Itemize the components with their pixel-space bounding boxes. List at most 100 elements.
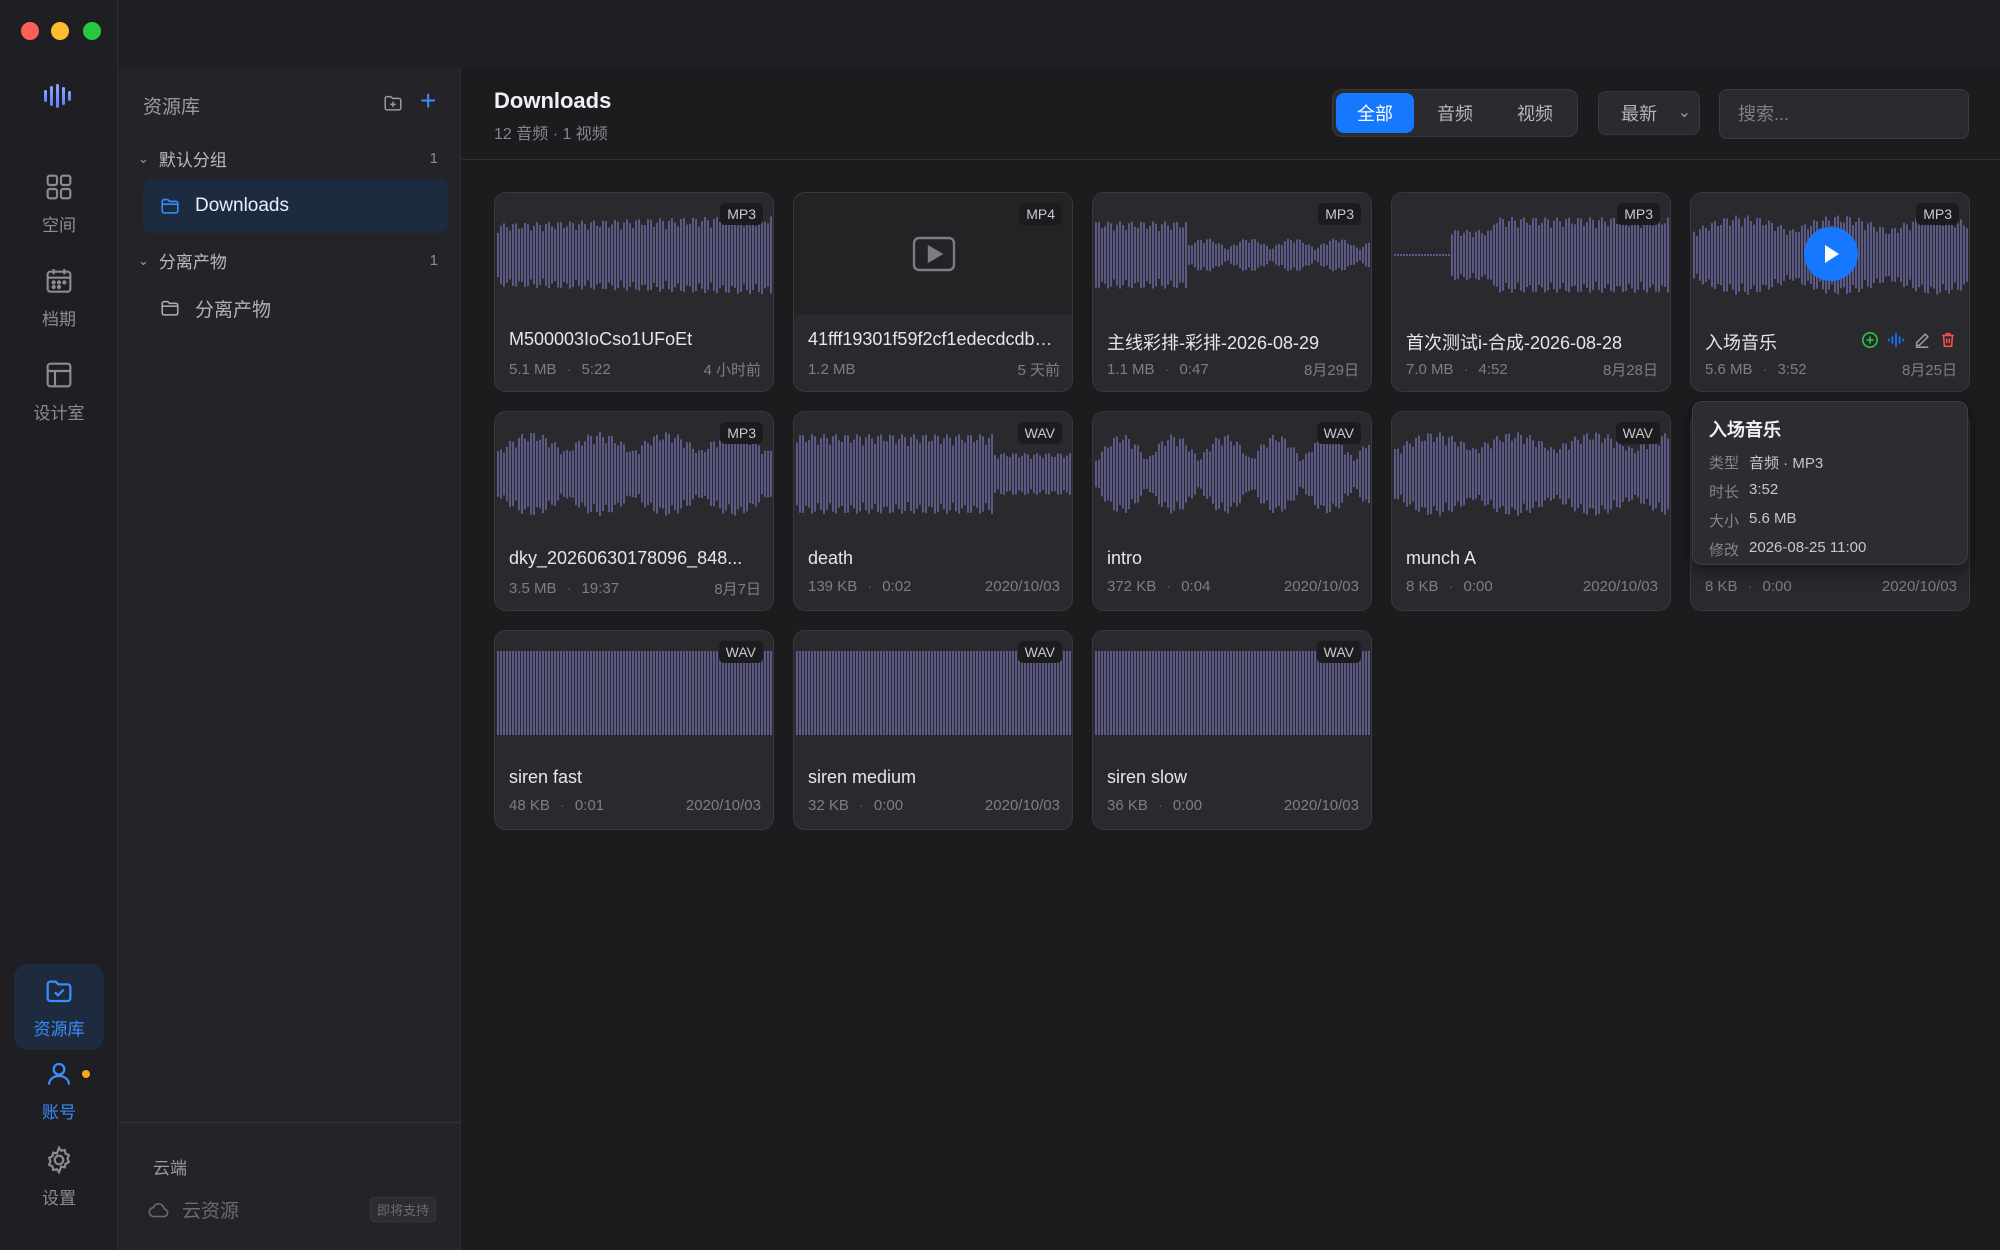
media-card[interactable]: WAV munch A 8 KB · 0:00 2020/10/03: [1391, 411, 1671, 611]
user-icon: [47, 1062, 71, 1085]
media-card[interactable]: MP3 首次测试i-合成-2026-08-28 7.0 MB · 4:52 8月28日: [1391, 192, 1671, 392]
nav-schedule-label: 档期: [42, 309, 76, 329]
file-size: 5.6 MB: [1705, 361, 1753, 378]
tooltip-key: 时长: [1709, 484, 1740, 501]
edit-icon[interactable]: [1913, 331, 1931, 349]
format-badge: MP3: [1617, 203, 1660, 225]
meta-separator: ·: [1448, 578, 1454, 595]
card-meta: 1.1 MB · 0:47 8月29日: [1107, 359, 1359, 380]
filter-video-button[interactable]: 视频: [1496, 93, 1574, 133]
minimize-window-button[interactable]: [51, 22, 69, 40]
cloud-resources-item: 云资源 即将支持: [146, 1196, 436, 1223]
group-separation[interactable]: ⌄ 分离产物 1: [138, 248, 438, 273]
tooltip-row-size: 大小 5.6 MB: [1709, 510, 1951, 531]
folder-label: 分离产物: [195, 299, 272, 321]
media-card[interactable]: MP3 主线彩排-彩排-2026-08-29 1.1 MB · 0:47 8月29日: [1092, 192, 1372, 392]
nav-design-room[interactable]: 设计室: [14, 348, 104, 434]
format-badge: MP3: [1318, 203, 1361, 225]
file-size: 8 KB: [1705, 578, 1738, 595]
new-folder-icon[interactable]: [382, 92, 404, 114]
file-size: 3.5 MB: [509, 580, 557, 597]
title-bar: [118, 0, 2000, 68]
tooltip-title: 入场音乐: [1709, 420, 1781, 440]
tooltip-key: 类型: [1709, 455, 1740, 472]
modified-date: 8月29日: [1303, 362, 1359, 379]
maximize-window-button[interactable]: [83, 22, 101, 40]
media-card[interactable]: MP3 入场音乐 5.6 MB · 3:52 8月25日: [1690, 192, 1970, 392]
nav-settings-label: 设置: [42, 1188, 76, 1208]
search-input[interactable]: [1719, 89, 1969, 139]
sort-value: 最新: [1621, 104, 1657, 124]
cloud-icon: [148, 1202, 169, 1217]
media-card[interactable]: WAV siren slow 36 KB · 0:00 2020/10/03: [1092, 630, 1372, 830]
type-filter: 全部 音频 视频: [1332, 89, 1578, 137]
duration: 4:52: [1478, 361, 1508, 378]
file-size: 48 KB: [509, 797, 550, 814]
group-default[interactable]: ⌄ 默认分组 1: [138, 146, 438, 171]
folder-separation[interactable]: 分离产物: [143, 281, 448, 335]
nav-settings[interactable]: 设置: [14, 1136, 104, 1216]
media-card[interactable]: WAV siren fast 48 KB · 0:01 2020/10/03: [494, 630, 774, 830]
video-play-icon: [912, 236, 956, 272]
main-content: Downloads 12 音频 · 1 视频 全部 音频 视频 最新 ⌄ MP3…: [462, 68, 2000, 1250]
card-meta: 3.5 MB · 19:37 8月7日: [509, 578, 761, 599]
layout-icon: [46, 362, 72, 387]
media-card[interactable]: WAV death 139 KB · 0:02 2020/10/03: [793, 411, 1073, 611]
duration: 5:22: [581, 361, 611, 378]
cloud-section-title: 云端: [153, 1159, 187, 1178]
tooltip-key: 修改: [1709, 542, 1740, 559]
group-count: 1: [429, 252, 438, 269]
folder-downloads[interactable]: Downloads: [143, 179, 448, 233]
nav-library[interactable]: 资源库: [14, 964, 104, 1050]
add-icon[interactable]: [1861, 331, 1879, 349]
account-notification-dot: [82, 1070, 90, 1078]
modified-date: 4 小时前: [703, 362, 761, 379]
format-badge: WAV: [1316, 422, 1361, 444]
file-size: 36 KB: [1107, 797, 1148, 814]
chevron-down-icon: ⌄: [138, 252, 149, 268]
modified-date: 2020/10/03: [1881, 578, 1957, 595]
folder-icon: [161, 300, 179, 316]
duration: 19:37: [581, 580, 620, 597]
add-plus-icon[interactable]: +: [420, 86, 436, 116]
duration: 0:02: [882, 578, 912, 595]
media-card[interactable]: MP3 dky_20260630178096_848... 3.5 MB · 19:37…: [494, 411, 774, 611]
group-name: 分离产物: [158, 253, 227, 272]
card-title: death: [808, 548, 854, 568]
file-size: 8 KB: [1406, 578, 1439, 595]
card-meta: 5.6 MB · 3:52 8月25日: [1705, 359, 1957, 380]
format-badge: WAV: [1316, 641, 1361, 663]
tooltip-row-duration: 时长 3:52: [1709, 481, 1951, 502]
play-button[interactable]: [1804, 227, 1858, 281]
library-panel: 资源库 + ⌄ 默认分组 1 Downloads ⌄ 分离产物 1 分离产物 云…: [118, 68, 461, 1250]
modified-date: 2020/10/03: [685, 797, 761, 814]
coming-soon-badge: 即将支持: [369, 1197, 436, 1222]
media-card[interactable]: MP3 M500003IoCso1UFoEt 5.1 MB · 5:22 4 小时前: [494, 192, 774, 392]
media-card[interactable]: WAV siren medium 32 KB · 0:00 2020/10/03: [793, 630, 1073, 830]
nav-account[interactable]: 账号: [14, 1050, 104, 1130]
duration: 0:00: [873, 797, 904, 814]
split-icon[interactable]: [1887, 331, 1905, 349]
tooltip-value: 音频 · MP3: [1749, 455, 1824, 472]
modified-date: 5 天前: [1017, 362, 1060, 379]
nav-design-room-label: 设计室: [33, 403, 85, 423]
filter-audio-button[interactable]: 音频: [1416, 93, 1494, 133]
nav-account-label: 账号: [42, 1102, 76, 1122]
modified-date: 8月25日: [1901, 362, 1957, 379]
close-window-button[interactable]: [21, 22, 39, 40]
nav-schedule[interactable]: 档期: [14, 254, 104, 340]
play-icon: [1825, 245, 1839, 263]
meta-separator: ·: [1157, 797, 1163, 814]
filter-all-button[interactable]: 全部: [1336, 93, 1414, 133]
card-actions: [1861, 331, 1957, 349]
nav-space[interactable]: 空间: [14, 160, 104, 246]
sort-select[interactable]: 最新 ⌄: [1598, 91, 1700, 135]
media-card[interactable]: MP4 41fff19301f59f2cf1edecdcdb7c4f05.mp4 1…: [793, 192, 1073, 392]
nav-space-label: 空间: [42, 215, 76, 235]
duration: 0:00: [1463, 578, 1493, 595]
format-badge: MP3: [720, 203, 763, 225]
chevron-down-icon: ⌄: [1677, 104, 1691, 121]
card-title: 41fff19301f59f2cf1edecdcdb7c4f05.mp4: [808, 329, 1060, 349]
trash-icon[interactable]: [1939, 331, 1957, 349]
media-card[interactable]: WAV intro 372 KB · 0:04 2020/10/03: [1092, 411, 1372, 611]
